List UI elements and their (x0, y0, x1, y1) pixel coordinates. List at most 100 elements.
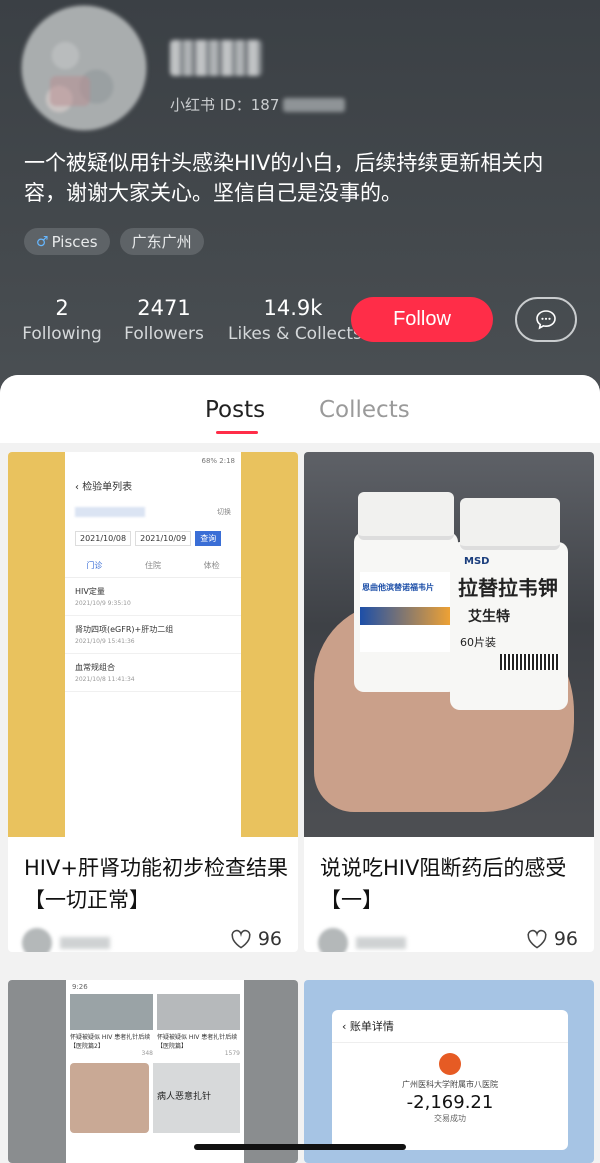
report-name: 血常规组合 (75, 663, 115, 672)
post-title: HIV+肝肾功能初步检查结果【一切正常】 (24, 856, 288, 912)
mini-item-likes: 348 (141, 1050, 153, 1057)
bottle-left: 恩曲他滨替诺福韦片 (354, 492, 458, 692)
screenshot-title: ‹ 检验单列表 (75, 482, 133, 493)
male-icon: ♂ (36, 233, 49, 250)
content-panel: Posts Collects 68% 2:18 ‹ 检验单列表 切换 2021/… (0, 375, 600, 1163)
post-title: 说说吃HIV阻断药后的感受【一】 (320, 856, 567, 912)
screenshot-patient-row: 切换 (65, 501, 241, 523)
profile-header: 小红书 ID：187 一个被疑似用针头感染HIV的小白，后续持续更新相关内容，谢… (0, 0, 600, 395)
date-from: 2021/10/08 (75, 531, 132, 546)
post-card[interactable]: 恩曲他滨替诺福韦片 MSD 拉替拉韦钾 艾生特 60片装 说说吃HIV阻断药后的… (304, 452, 594, 952)
screenshot-tab-checkup: 体检 (203, 561, 220, 570)
screenshot-date-row: 2021/10/08 2021/10/09 查询 (65, 523, 241, 554)
rb-id-row: 小红书 ID：187 (170, 94, 346, 115)
mini-item-likes: 1579 (224, 1050, 240, 1057)
author-name-blurred (356, 937, 406, 949)
post-cover-image: ‹ 账单详情 广州医科大学附属市八医院 -2,169.21 交易成功 (304, 980, 594, 1163)
profile-tags: ♂ Pisces 广东广州 (24, 228, 204, 255)
mini-item: 怀疑被疑似 HIV 患者扎针后续【医院篇2】 348 (70, 994, 153, 1057)
mini-status: 9:26 (72, 983, 88, 991)
profile-stats: 2 Following 2471 Followers 14.9k Likes &… (0, 296, 600, 356)
tabs-bar: Posts Collects (0, 375, 600, 443)
bill-amount: -2,169.21 (406, 1092, 494, 1113)
post-cover-image: 68% 2:18 ‹ 检验单列表 切换 2021/10/08 2021/10/0… (8, 452, 298, 837)
profile-bio: 一个被疑似用针头感染HIV的小白，后续持续更新相关内容，谢谢大家关心。坚信自己是… (24, 151, 544, 205)
mini-item-title: 怀疑被疑似 HIV 患者扎针后续【医院篇2】 (70, 1034, 151, 1050)
screenshot-list-item: 肾功四项(eGFR)+肝功二组 2021/10/9 15:41:36 (65, 616, 241, 654)
rb-id-label: 小红书 ID：187 (170, 96, 280, 114)
status-right: 68% 2:18 (201, 457, 235, 465)
msd-brand: MSD (464, 556, 490, 567)
post-likes[interactable]: 96 (230, 928, 282, 950)
avatar[interactable] (20, 4, 148, 132)
report-time: 2021/10/9 9:35:10 (75, 600, 131, 607)
follow-button[interactable]: Follow (351, 297, 493, 342)
bottle-cap (460, 498, 560, 550)
post-author[interactable] (318, 928, 406, 952)
post-card[interactable]: 9:26 怀疑被疑似 HIV 患者扎针后续【医院篇2】 348 怀疑被疑似 HI… (8, 980, 298, 1163)
bill-status: 交易成功 (434, 1114, 466, 1123)
mini-item-title: 怀疑被疑似 HIV 患者扎针后续【医院篇】 (157, 1034, 238, 1050)
tab-posts[interactable]: Posts (205, 397, 265, 423)
post-card[interactable]: 68% 2:18 ‹ 检验单列表 切换 2021/10/08 2021/10/0… (8, 452, 298, 952)
chat-bubble-icon (536, 309, 556, 330)
lab-report-screenshot: 68% 2:18 ‹ 检验单列表 切换 2021/10/08 2021/10/0… (65, 452, 241, 837)
tag-zodiac: ♂ Pisces (24, 228, 110, 255)
mini-hand-photo (70, 1063, 149, 1133)
bill-header-text: 账单详情 (349, 1020, 394, 1033)
barcode (500, 654, 560, 670)
stat-following[interactable]: 2 Following (22, 296, 102, 344)
tab-collects[interactable]: Collects (319, 397, 410, 423)
tag-location-label: 广东广州 (131, 233, 192, 251)
bill-header: ‹ 账单详情 (332, 1010, 568, 1043)
author-avatar (22, 928, 52, 952)
mini-item: 怀疑被疑似 HIV 患者扎针后续【医院篇】 1579 (157, 994, 240, 1057)
stat-likes-collects[interactable]: 14.9k Likes & Collects (228, 296, 362, 344)
username-blurred (170, 40, 262, 76)
mini-caption: 病人恶意扎针 (153, 1063, 240, 1133)
date-to: 2021/10/09 (135, 531, 192, 546)
screenshot-tab-outpatient: 门诊 (86, 561, 103, 570)
stat-followers-label: Followers (124, 324, 204, 344)
post-likes[interactable]: 96 (526, 928, 578, 950)
bottle-stripe (360, 607, 452, 625)
author-name-blurred (60, 937, 110, 949)
likes-count: 96 (257, 928, 282, 950)
author-avatar (318, 928, 348, 952)
bill-hospital: 广州医科大学附属市八医院 (402, 1080, 498, 1089)
home-indicator[interactable] (194, 1144, 406, 1150)
right-bottle-count: 60片装 (460, 636, 496, 649)
mini-thumb (157, 994, 240, 1030)
heart-icon (527, 929, 547, 949)
bottle-right: MSD 拉替拉韦钾 艾生特 60片装 (450, 498, 568, 710)
post-card[interactable]: ‹ 账单详情 广州医科大学附属市八医院 -2,169.21 交易成功 (304, 980, 594, 1163)
stat-followers-value: 2471 (137, 296, 191, 320)
report-time: 2021/10/8 11:41:34 (75, 676, 135, 683)
post-cover-image: 9:26 怀疑被疑似 HIV 患者扎针后续【医院篇2】 348 怀疑被疑似 HI… (8, 980, 298, 1163)
report-name: HIV定量 (75, 587, 105, 596)
screenshot-tabs: 门诊 住院 体检 (65, 554, 241, 578)
heart-icon (231, 929, 251, 949)
mini-grid: 怀疑被疑似 HIV 患者扎针后续【医院篇2】 348 怀疑被疑似 HIV 患者扎… (66, 994, 244, 1057)
bill-screenshot: ‹ 账单详情 广州医科大学附属市八医院 -2,169.21 交易成功 (332, 1010, 568, 1150)
bottle-cap (358, 492, 454, 540)
screenshot-status-bar: 68% 2:18 (65, 452, 241, 470)
switch-label: 切换 (217, 508, 231, 516)
tag-location: 广东广州 (119, 228, 204, 255)
left-bottle-name: 恩曲他滨替诺福韦片 (362, 583, 434, 592)
tag-zodiac-label: Pisces (51, 232, 98, 251)
screenshot-list-item: HIV定量 2021/10/9 9:35:10 (65, 578, 241, 616)
post-cover-image: 恩曲他滨替诺福韦片 MSD 拉替拉韦钾 艾生特 60片装 (304, 452, 594, 837)
stat-followers[interactable]: 2471 Followers (122, 296, 206, 344)
tab-active-indicator (216, 431, 258, 434)
likes-count: 96 (553, 928, 578, 950)
screenshot-title-text: 检验单列表 (82, 482, 133, 493)
screenshot-tab-inpatient: 住院 (144, 561, 161, 570)
stat-following-value: 2 (55, 296, 69, 320)
message-button[interactable] (515, 297, 577, 342)
mini-lower-row: 病人恶意扎针 (66, 1057, 244, 1133)
stat-following-label: Following (22, 324, 102, 344)
right-bottle-name: 拉替拉韦钾 (458, 576, 558, 600)
query-button: 查询 (195, 531, 222, 546)
post-author[interactable] (22, 928, 110, 952)
